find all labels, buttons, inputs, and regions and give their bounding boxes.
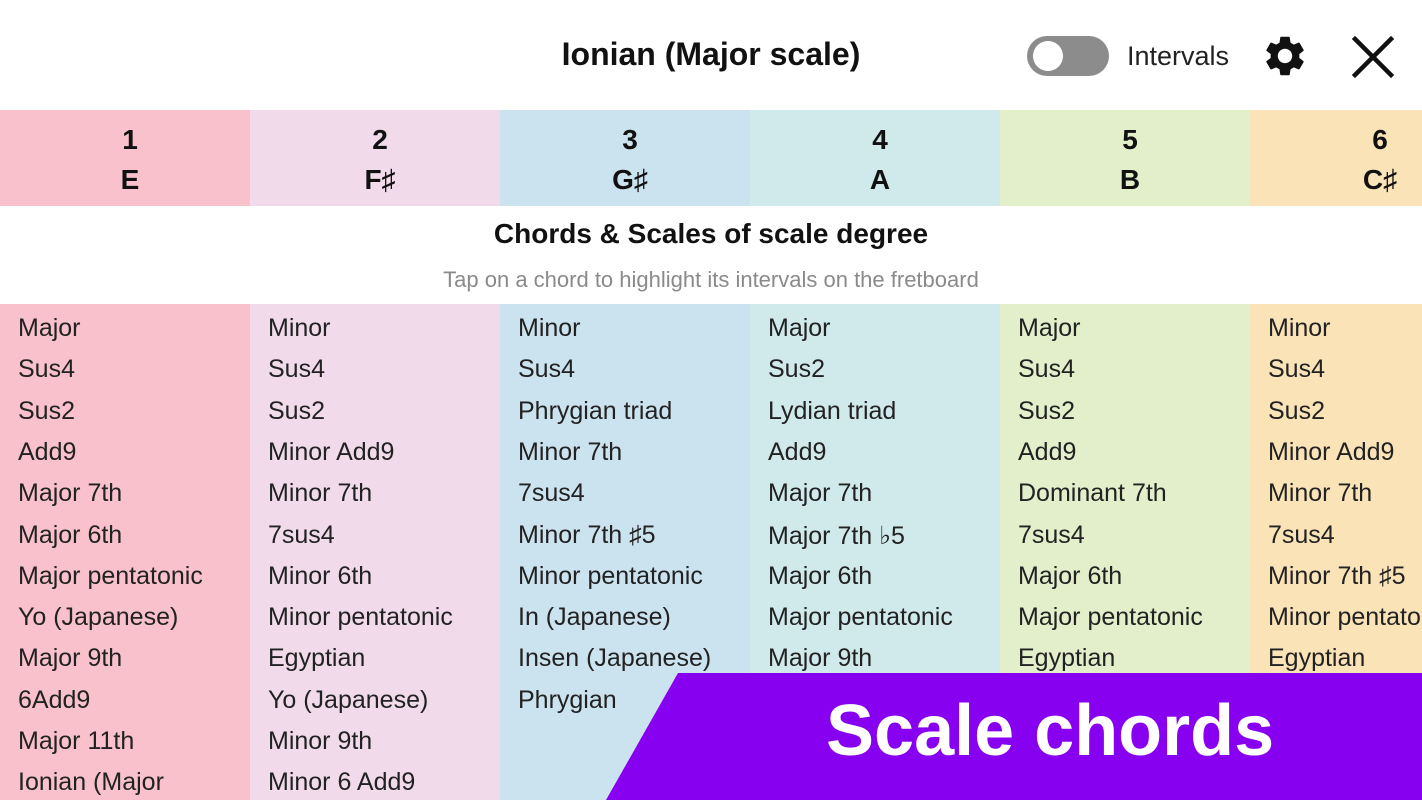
chord-item[interactable]: In (Japanese) (518, 603, 671, 632)
chord-item[interactable]: Major 6th (1018, 562, 1122, 591)
section-subtitle: Tap on a chord to highlight its interval… (443, 267, 979, 292)
promo-banner-text: Scale chords (826, 691, 1275, 771)
degree-number: 2 (372, 124, 388, 155)
chord-item[interactable]: Minor 7th (268, 479, 372, 508)
degree-note: B (1119, 164, 1141, 195)
chord-item[interactable]: Minor (268, 314, 331, 343)
chord-item[interactable]: Yo (Japanese) (268, 686, 428, 715)
chord-item[interactable]: Add9 (1018, 438, 1076, 467)
chord-item[interactable]: Add9 (768, 438, 826, 467)
close-icon[interactable] (1346, 30, 1400, 84)
chord-item[interactable]: Major (18, 314, 81, 343)
chord-item[interactable]: Lydian triad (768, 397, 896, 426)
chord-item[interactable]: Add9 (18, 438, 76, 467)
degree-note: F♯ (364, 164, 396, 195)
chord-item[interactable]: Ionian (Major (18, 768, 164, 797)
intervals-toggle-label: Intervals (1127, 41, 1230, 71)
chord-item[interactable]: Major 11th (18, 727, 134, 756)
chord-item[interactable]: Sus2 (1268, 397, 1325, 426)
intervals-toggle[interactable] (1027, 36, 1109, 76)
chord-item[interactable]: Sus4 (1018, 355, 1075, 384)
degree-column-4[interactable]: 4 A (750, 110, 1000, 206)
chord-item[interactable]: 7sus4 (1268, 521, 1335, 550)
degree-note: E (120, 164, 140, 195)
chord-item[interactable]: Minor pentatonic (268, 603, 453, 632)
chord-item[interactable]: Major 6th (18, 521, 122, 550)
top-bar: Ionian (Major scale) Intervals (0, 0, 1422, 110)
chord-item[interactable]: Phrygian (518, 686, 617, 715)
chord-item[interactable]: Major 9th (18, 644, 122, 673)
chord-item[interactable]: Major 7th (18, 479, 122, 508)
degree-note: G♯ (612, 164, 648, 195)
chord-item[interactable]: Minor (1268, 314, 1331, 343)
chord-item[interactable]: Sus2 (268, 397, 325, 426)
chord-item[interactable]: Major pentatonic (1018, 603, 1203, 632)
degree-note: A (869, 164, 891, 195)
chord-item[interactable]: Egyptian (268, 644, 365, 673)
chord-item[interactable]: 6Add9 (18, 686, 90, 715)
toggle-knob (1033, 41, 1063, 71)
degree-column-5[interactable]: 5 B (1000, 110, 1250, 206)
degree-number: 4 (872, 124, 888, 155)
degree-number: 6 (1372, 124, 1388, 155)
degree-number: 1 (122, 124, 138, 155)
chord-item[interactable]: Sus2 (768, 355, 825, 384)
chord-item[interactable]: Major 6th (768, 562, 872, 591)
section-title: Chords & Scales of scale degree (493, 218, 929, 249)
chord-item[interactable]: Major 7th ♭5 (768, 521, 905, 551)
degree-note: C♯ (1362, 164, 1398, 195)
chord-item[interactable]: Major (1018, 314, 1081, 343)
chord-item[interactable]: Minor 6th (268, 562, 372, 591)
chord-item[interactable]: Major 9th (768, 644, 872, 673)
chord-item[interactable]: Minor Add9 (268, 438, 394, 467)
chord-item[interactable]: Minor pentatonic (518, 562, 703, 591)
degree-column-6[interactable]: 6 C♯ (1250, 110, 1422, 206)
degree-number: 5 (1122, 124, 1138, 155)
chord-item[interactable]: 7sus4 (518, 479, 585, 508)
chord-item[interactable]: Minor Add9 (1268, 438, 1394, 467)
scale-degree-header: 1 E 2 F♯ 3 G♯ 4 A 5 B 6 C♯ (0, 110, 1422, 206)
chord-item[interactable]: Sus2 (18, 397, 75, 426)
gear-icon[interactable] (1261, 32, 1309, 80)
degree-column-2[interactable]: 2 F♯ (250, 110, 500, 206)
chord-list-3: Minor Sus4 Phrygian triad Minor 7th 7sus4 Min… (500, 304, 750, 800)
chord-item[interactable]: Minor (518, 314, 581, 343)
chord-item[interactable]: Minor 7th (518, 438, 622, 467)
chord-list-2: Minor Sus4 Sus2 Minor Add9 Minor 7th 7sus4 Min… (250, 304, 500, 800)
chord-list-1: Major Sus4 Sus2 Add9 Major 7th Major 6th Major… (0, 304, 250, 800)
chord-list-6: Minor Sus4 Sus2 Minor Add9 Minor 7th 7sus4 Min… (1250, 304, 1422, 800)
chord-item[interactable]: Sus4 (18, 355, 75, 384)
chord-item[interactable]: Sus4 (1268, 355, 1325, 384)
chord-item[interactable]: Minor 7th ♯5 (518, 521, 656, 550)
chord-item[interactable]: Minor 6 Add9 (268, 768, 415, 797)
chord-item[interactable]: Dominant 7th (1018, 479, 1167, 508)
chord-item[interactable]: Insen (Japanese) (518, 644, 711, 673)
chord-item[interactable]: 7sus4 (268, 521, 335, 550)
chord-item[interactable]: Major 7th (768, 479, 872, 508)
chord-item[interactable]: Sus2 (1018, 397, 1075, 426)
chord-item[interactable]: Minor pentatonic (1268, 603, 1422, 632)
degree-number: 3 (622, 124, 638, 155)
chord-item[interactable]: Major pentatonic (768, 603, 953, 632)
chord-item[interactable]: Sus4 (268, 355, 325, 384)
chord-item[interactable]: Egyptian (1018, 644, 1115, 673)
chord-item[interactable]: Major (768, 314, 831, 343)
chord-item[interactable]: Minor 7th ♯5 (1268, 562, 1406, 591)
chord-item[interactable]: Minor 7th (1268, 479, 1372, 508)
chord-item[interactable]: 7sus4 (1018, 521, 1085, 550)
chord-item[interactable]: Phrygian triad (518, 397, 672, 426)
degree-column-1[interactable]: 1 E (0, 110, 250, 206)
chord-item[interactable]: Sus4 (518, 355, 575, 384)
chord-item[interactable]: Yo (Japanese) (18, 603, 178, 632)
chord-item[interactable]: Major pentatonic (18, 562, 203, 591)
chord-item[interactable]: Egyptian (1268, 644, 1365, 673)
degree-column-3[interactable]: 3 G♯ (500, 110, 750, 206)
chord-item[interactable]: Minor 9th (268, 727, 372, 756)
